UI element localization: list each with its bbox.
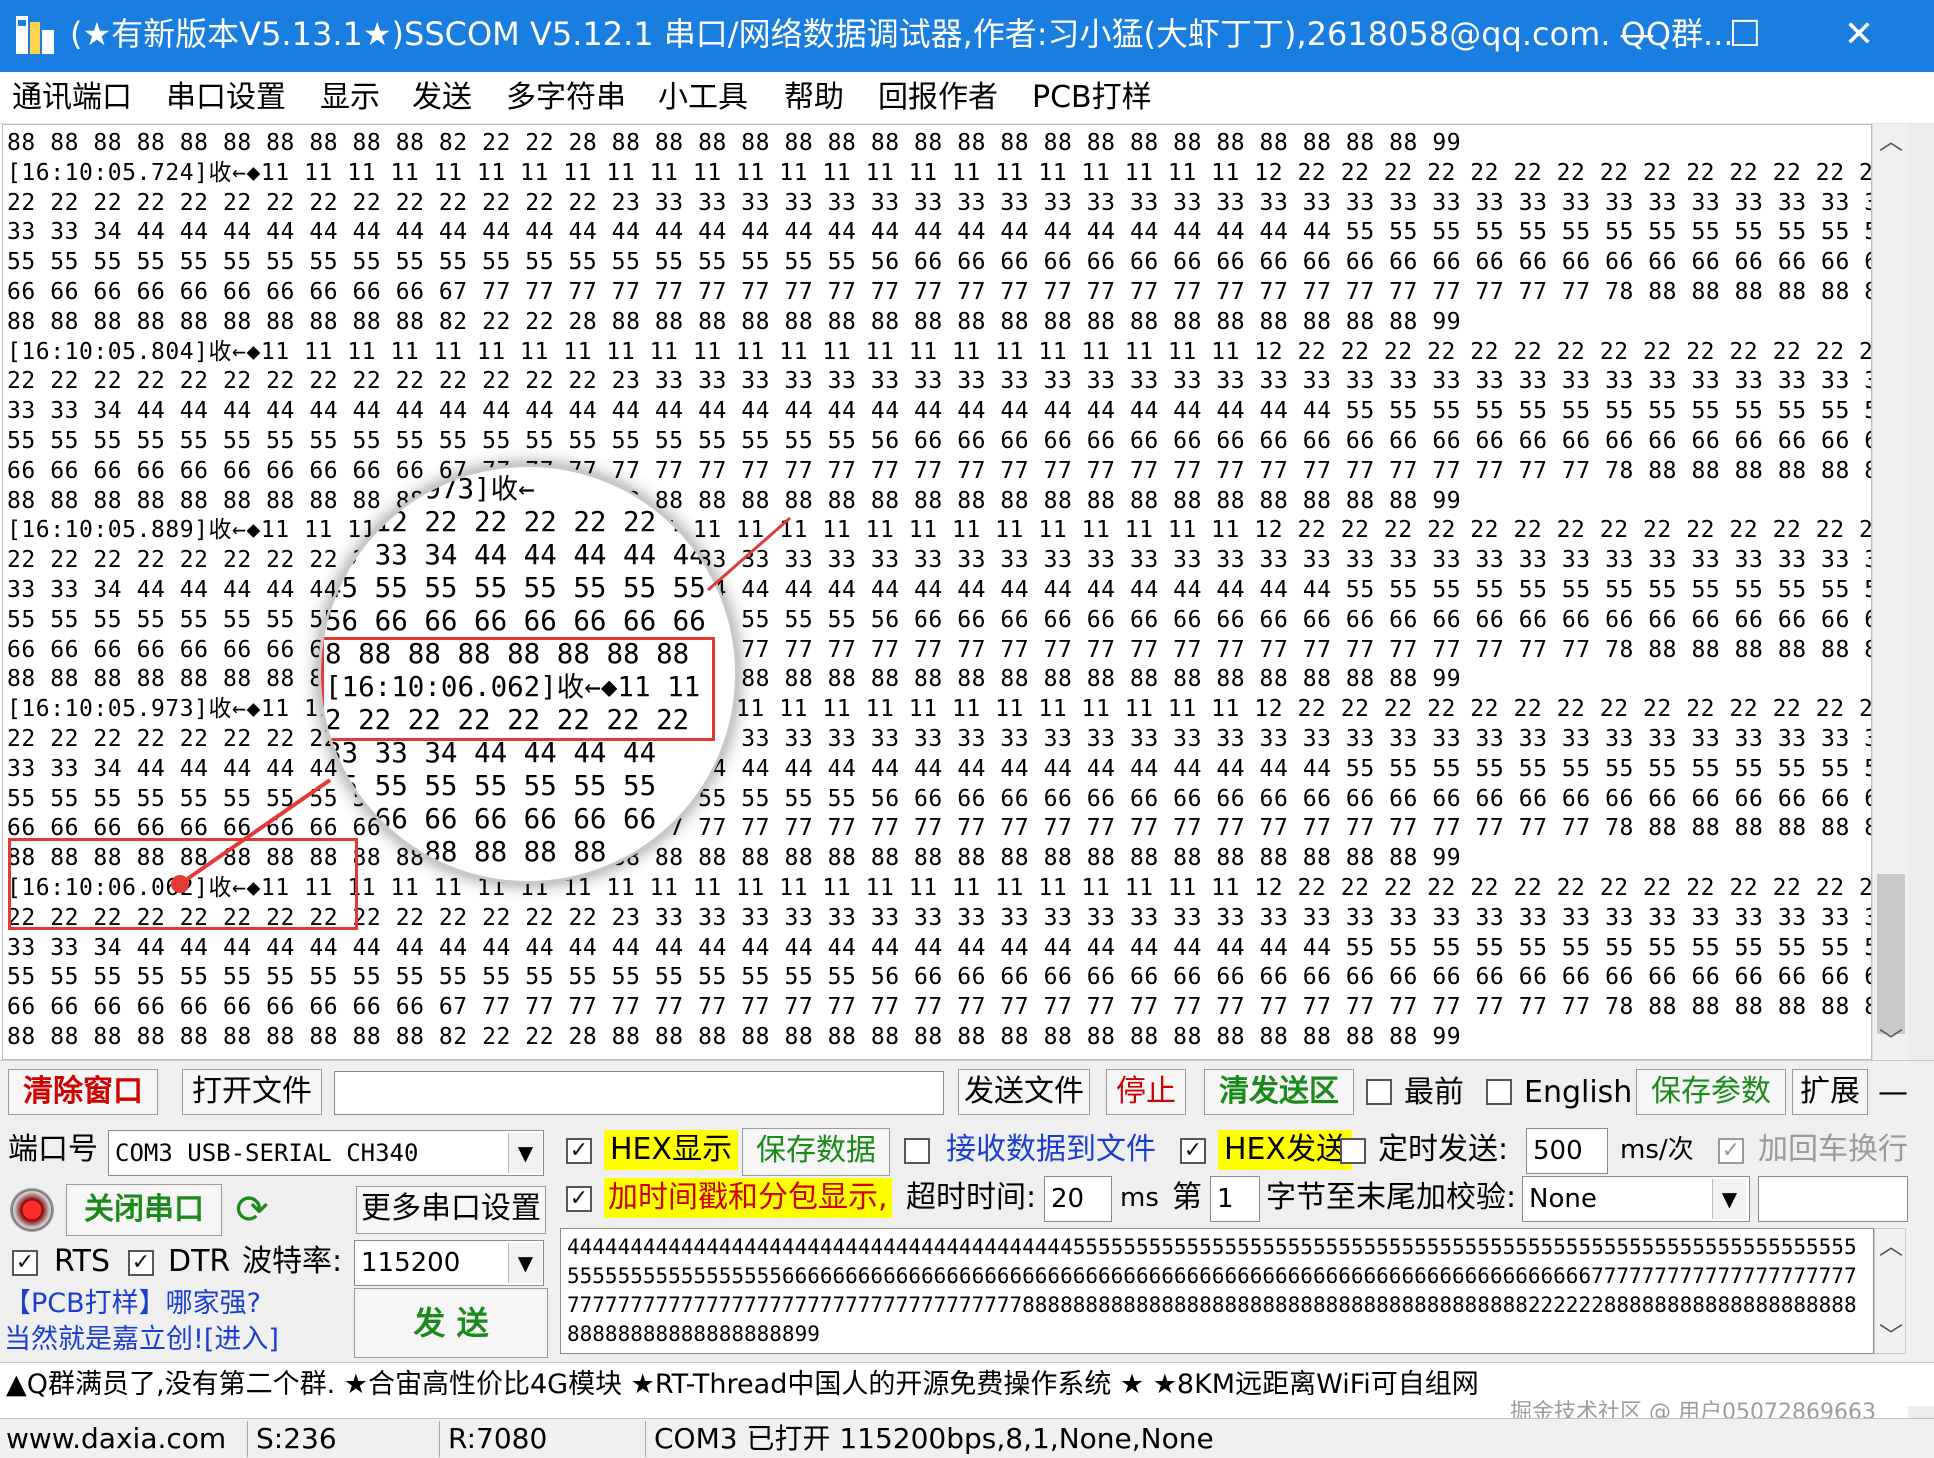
checksum-dropdown-icon[interactable]: ▼ bbox=[1712, 1179, 1746, 1219]
window-title: (★有新版本V5.13.1★)SSCOM V5.12.1 串口/网络数据调试器,… bbox=[70, 15, 1734, 53]
status-bar: www.daxia.com S:236 R:7080 COM3 已打开 1152… bbox=[0, 1418, 1934, 1458]
checksum-label: 字节至末尾加校验: bbox=[1266, 1180, 1517, 1215]
stop-button[interactable]: 停止 bbox=[1106, 1069, 1186, 1115]
port-select[interactable]: COM3 USB-SERIAL CH340 bbox=[108, 1130, 544, 1176]
recv-to-file-label: 接收数据到文件 bbox=[946, 1132, 1156, 1167]
topmost-label: 最前 bbox=[1404, 1075, 1464, 1110]
file-path-input[interactable] bbox=[334, 1071, 944, 1115]
menu-tools[interactable]: 小工具 bbox=[658, 78, 748, 118]
dtr-label: DTR bbox=[168, 1244, 231, 1279]
interval-unit: ms/次 bbox=[1620, 1135, 1694, 1165]
english-label: English bbox=[1524, 1075, 1633, 1110]
hex-send-checkbox[interactable]: ✓ bbox=[1180, 1138, 1206, 1164]
interval-input[interactable]: 500 bbox=[1526, 1128, 1608, 1174]
timed-send-label: 定时发送: bbox=[1378, 1132, 1509, 1167]
menu-help[interactable]: 帮助 bbox=[784, 78, 844, 118]
more-serial-settings-button[interactable]: 更多串口设置 bbox=[356, 1186, 546, 1234]
received-count: R:7080 bbox=[442, 1421, 646, 1457]
save-data-button[interactable]: 保存数据 bbox=[742, 1128, 890, 1176]
close-button[interactable]: ✕ bbox=[1814, 0, 1904, 72]
timeout-unit: ms bbox=[1120, 1183, 1159, 1213]
timeout-input[interactable]: 20 bbox=[1044, 1176, 1112, 1222]
checksum-extra-field[interactable] bbox=[1758, 1176, 1908, 1222]
byte-position-input[interactable]: 1 bbox=[1210, 1176, 1260, 1222]
rts-label: RTS bbox=[54, 1244, 111, 1279]
timestamp-checkbox[interactable]: ✓ bbox=[566, 1186, 592, 1212]
scroll-up-icon[interactable]: ︿ bbox=[1873, 124, 1909, 158]
port-label: 端口号 bbox=[8, 1132, 98, 1167]
port-status: COM3 已打开 115200bps,8,1,None,None bbox=[654, 1422, 1214, 1455]
port-status-icon bbox=[10, 1188, 54, 1232]
send-scrollbar[interactable]: ︿ ﹀ bbox=[1874, 1228, 1906, 1354]
menu-display[interactable]: 显示 bbox=[320, 78, 380, 118]
refresh-icon[interactable]: ⟳ bbox=[230, 1188, 274, 1232]
send-scroll-down-icon[interactable]: ﹀ bbox=[1875, 1319, 1907, 1353]
receive-scrollbar[interactable]: ︿ ﹀ bbox=[1872, 124, 1908, 1060]
append-crlf-checkbox[interactable]: ✓ bbox=[1718, 1138, 1744, 1164]
baud-dropdown-icon[interactable]: ▼ bbox=[508, 1243, 542, 1283]
pcb-ad-line2[interactable]: 当然就是嘉立创![进入] bbox=[4, 1322, 279, 1358]
menu-comm-port[interactable]: 通讯端口 bbox=[12, 78, 132, 118]
close-port-button[interactable]: 关闭串口 bbox=[66, 1184, 222, 1236]
hex-display-checkbox[interactable]: ✓ bbox=[566, 1138, 592, 1164]
website-link[interactable]: www.daxia.com bbox=[0, 1421, 248, 1457]
recv-to-file-checkbox[interactable] bbox=[904, 1138, 930, 1164]
send-button[interactable]: 发 送 bbox=[354, 1288, 548, 1358]
annotation-box bbox=[8, 838, 358, 930]
menu-multi-string[interactable]: 多字符串 bbox=[506, 78, 626, 118]
timestamp-label: 加时间戳和分包显示, bbox=[604, 1178, 892, 1218]
topmost-checkbox[interactable] bbox=[1366, 1079, 1392, 1105]
scroll-down-icon[interactable]: ﹀ bbox=[1873, 1024, 1909, 1058]
english-checkbox[interactable] bbox=[1486, 1079, 1512, 1105]
pcb-ad-line1[interactable]: 【PCB打样】哪家强? bbox=[4, 1286, 261, 1322]
magnifier-lens: 05.973]收← 11 12 22 22 22 22 22 2 23 33 3… bbox=[318, 464, 738, 884]
menu-send[interactable]: 发送 bbox=[412, 78, 472, 118]
toolbar-row: 清除窗口 打开文件 发送文件 停止 清发送区 最前 English 保存参数 扩… bbox=[0, 1060, 1934, 1122]
menu-report-author[interactable]: 回报作者 bbox=[878, 78, 998, 118]
title-bar: (★有新版本V5.13.1★)SSCOM V5.12.1 串口/网络数据调试器,… bbox=[0, 0, 1934, 72]
send-file-button[interactable]: 发送文件 bbox=[958, 1069, 1090, 1115]
open-file-button[interactable]: 打开文件 bbox=[182, 1069, 322, 1115]
expand-button[interactable]: 扩展 bbox=[1792, 1069, 1868, 1115]
port-dropdown-icon[interactable]: ▼ bbox=[508, 1133, 542, 1173]
dtr-checkbox[interactable]: ✓ bbox=[128, 1250, 154, 1276]
magnifier-annotation-box bbox=[321, 637, 715, 741]
maximize-button[interactable]: ☐ bbox=[1700, 0, 1790, 72]
app-icon bbox=[16, 16, 54, 54]
hex-display-label: HEX显示 bbox=[604, 1130, 739, 1170]
send-input[interactable]: 4444444444444444444444444444444444444444… bbox=[560, 1228, 1874, 1354]
byte-position-prefix: 第 bbox=[1172, 1180, 1202, 1215]
timed-send-checkbox[interactable] bbox=[1340, 1138, 1366, 1164]
append-crlf-label: 加回车换行 bbox=[1758, 1132, 1908, 1167]
clear-send-button[interactable]: 清发送区 bbox=[1204, 1069, 1354, 1115]
menu-bar: 通讯端口 串口设置 显示 发送 多字符串 小工具 帮助 回报作者 PCB打样 bbox=[0, 72, 1934, 124]
send-scroll-up-icon[interactable]: ︿ bbox=[1875, 1229, 1907, 1263]
baud-label: 波特率: bbox=[242, 1244, 343, 1279]
sent-count: S:236 bbox=[250, 1421, 440, 1457]
collapse-dash[interactable]: — bbox=[1878, 1073, 1908, 1113]
scroll-thumb[interactable] bbox=[1877, 874, 1905, 1034]
hex-send-label: HEX发送 bbox=[1218, 1130, 1353, 1170]
save-params-button[interactable]: 保存参数 bbox=[1636, 1069, 1786, 1115]
clear-window-button[interactable]: 清除窗口 bbox=[8, 1069, 158, 1115]
rts-checkbox[interactable]: ✓ bbox=[12, 1250, 38, 1276]
minimize-button[interactable]: — bbox=[1592, 0, 1682, 72]
timeout-label: 超时时间: bbox=[906, 1180, 1037, 1215]
menu-pcb[interactable]: PCB打样 bbox=[1032, 78, 1152, 118]
menu-serial-settings[interactable]: 串口设置 bbox=[166, 78, 286, 118]
